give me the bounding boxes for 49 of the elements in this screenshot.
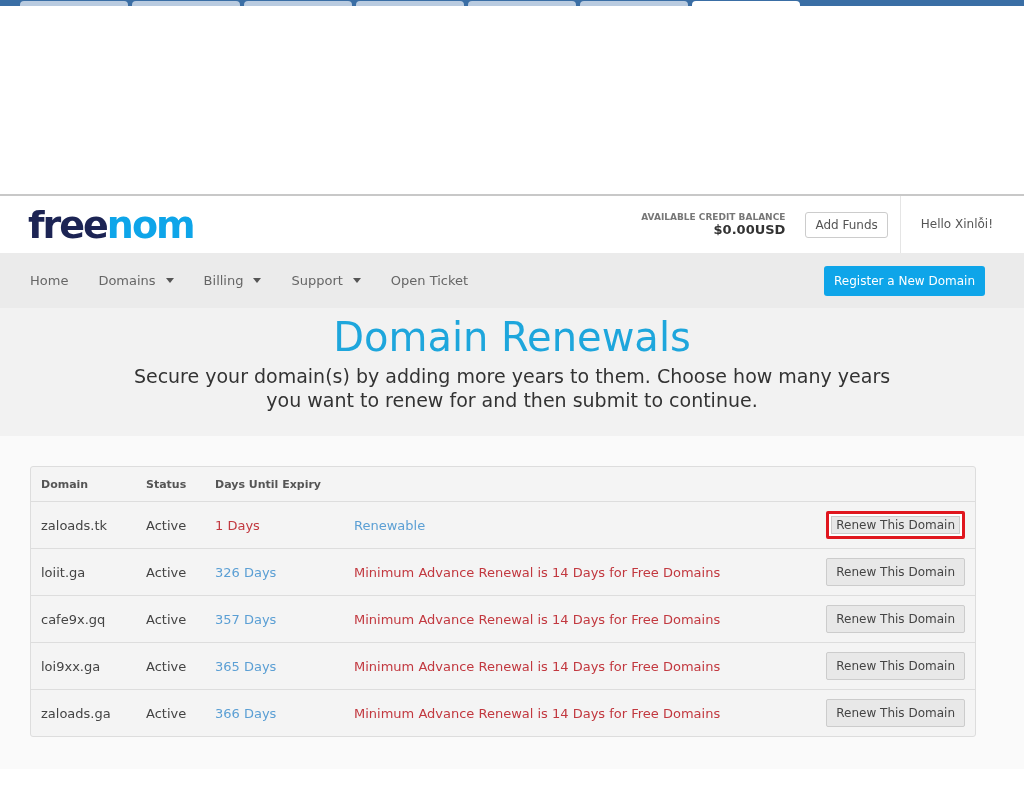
nav-link[interactable]: Open Ticket	[390, 273, 469, 288]
column-header: Status	[146, 477, 188, 491]
credit-amount: $0.00USD	[713, 222, 786, 237]
days-cell-text: 326 Days	[215, 564, 278, 580]
browser-tab[interactable]	[244, 1, 352, 6]
nav-link[interactable]: Billing	[203, 273, 262, 288]
caret-icon	[165, 278, 174, 283]
page-title: Domain Renewals	[333, 314, 691, 360]
renew-button[interactable]: Renew This Domain	[826, 558, 965, 586]
browser-tab[interactable]	[356, 1, 464, 6]
nav-link[interactable]: Home	[30, 273, 69, 288]
status-cell-text: Active	[146, 705, 188, 721]
browser-tab[interactable]	[132, 1, 240, 6]
column-header: Domain	[41, 477, 90, 491]
nav-link[interactable]: Support	[291, 273, 361, 288]
browser-tab[interactable]	[580, 1, 688, 6]
renew-button[interactable]: Renew This Domain	[826, 699, 965, 727]
browser-tab[interactable]	[692, 1, 800, 6]
page-subtitle: Secure your domain(s) by adding more years to them. Choose how many years you want to renew for and then submit to continue.	[132, 364, 892, 412]
renewal-note: Minimum Advance Renewal is 14 Days for Free Domains	[354, 564, 722, 580]
days-cell-text: 357 Days	[215, 611, 278, 627]
logo[interactable]: freenom	[28, 202, 642, 247]
domain-cell-text: cafe9x.gq	[41, 611, 107, 627]
domain-cell-text: zaloads.ga	[41, 705, 112, 721]
browser-tab[interactable]	[468, 1, 576, 6]
domain-cell-text: loi9xx.ga	[41, 658, 102, 674]
days-cell-text: 1 Days	[215, 517, 261, 533]
renewal-note: Renewable	[354, 517, 427, 533]
status-cell-text: Active	[146, 611, 188, 627]
nav-link[interactable]: Domains	[98, 273, 174, 288]
column-header: Days Until Expiry	[215, 477, 322, 491]
renew-button[interactable]: Renew This Domain	[826, 511, 965, 539]
status-cell-text: Active	[146, 564, 188, 580]
days-cell-text: 365 Days	[215, 658, 278, 674]
days-cell-text: 366 Days	[215, 705, 278, 721]
renew-button[interactable]: Renew This Domain	[826, 605, 965, 633]
status-cell-text: Active	[146, 517, 188, 533]
caret-icon	[352, 278, 361, 283]
caret-icon	[253, 278, 262, 283]
domain-cell-text: loiit.ga	[41, 564, 87, 580]
status-cell-text: Active	[146, 658, 188, 674]
renewal-note: Minimum Advance Renewal is 14 Days for Free Domains	[354, 705, 722, 721]
renewal-note: Minimum Advance Renewal is 14 Days for Free Domains	[354, 658, 722, 674]
credit-label: AVAILABLE CREDIT BALANCE	[641, 212, 786, 222]
domain-cell-text: zaloads.tk	[41, 517, 109, 533]
browser-tab[interactable]	[20, 1, 128, 6]
add-funds-button[interactable]: Add Funds	[805, 211, 888, 238]
renewal-note: Minimum Advance Renewal is 14 Days for Free Domains	[354, 611, 722, 627]
renew-button[interactable]: Renew This Domain	[826, 652, 965, 680]
